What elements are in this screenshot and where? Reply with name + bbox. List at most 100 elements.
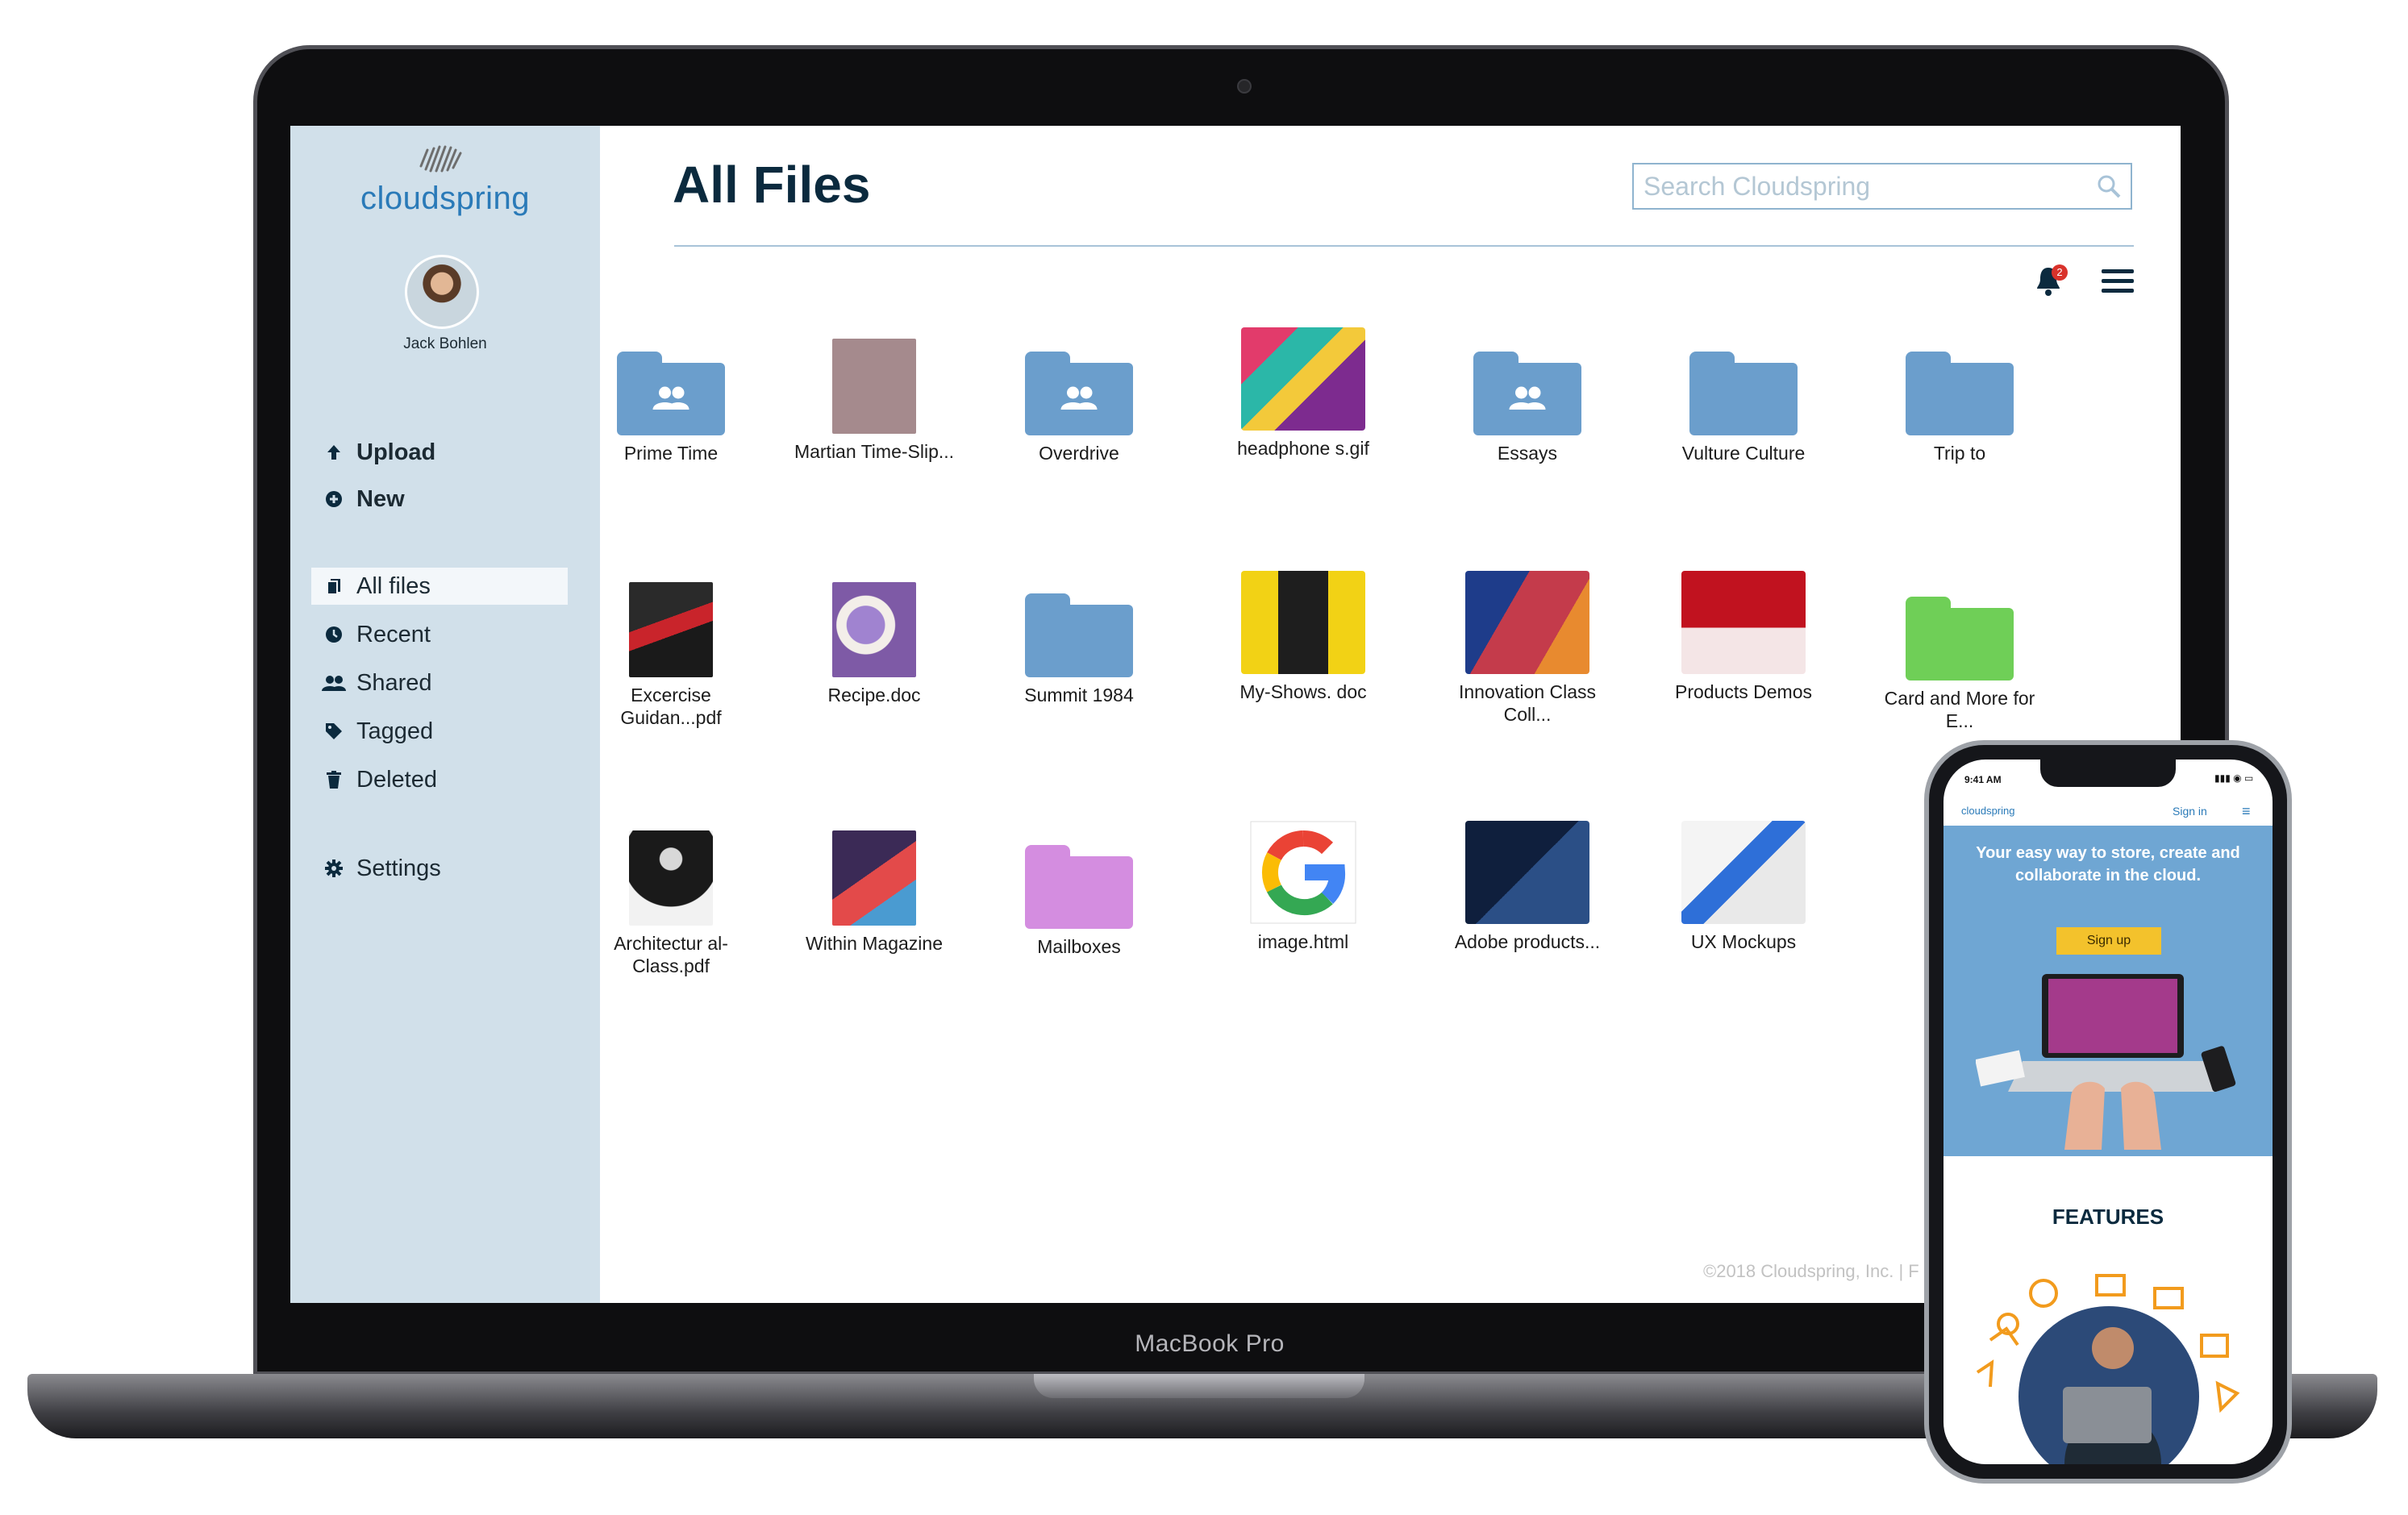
sidebar-item-shared[interactable]: Shared: [311, 664, 568, 701]
phone-screen: 9:41 AM ▮▮▮ ◉ ▭ cloudspring Sign in ≡ Yo…: [1943, 760, 2273, 1464]
sidebar-item-deleted[interactable]: Deleted: [311, 761, 568, 798]
search-icon[interactable]: [2097, 174, 2121, 198]
file-item[interactable]: Trip to: [1879, 352, 2040, 464]
file-name: My-Shows. doc: [1239, 681, 1367, 702]
folder-icon: [1906, 352, 2014, 435]
file-item[interactable]: Excercise Guidan...pdf: [590, 582, 752, 729]
file-item[interactable]: Products Demos: [1663, 571, 1824, 703]
sidebar-item-settings[interactable]: Settings: [311, 850, 568, 887]
menu-icon[interactable]: [2102, 269, 2134, 293]
sidebar-item-tagged[interactable]: Tagged: [311, 713, 568, 750]
folder-icon: [1906, 597, 2014, 681]
file-name: image.html: [1257, 931, 1349, 952]
file-item[interactable]: My-Shows. doc: [1223, 571, 1384, 703]
clock-icon: [311, 626, 356, 643]
image-thumbnail: [629, 830, 713, 926]
webcam: [1237, 79, 1252, 94]
signal-battery-icon: ▮▮▮ ◉ ▭: [2214, 772, 2254, 784]
app-window: cloudspring Jack Bohlen Upload New All f…: [290, 126, 2181, 1303]
document-thumbnail: [832, 339, 916, 434]
file-name: Trip to: [1933, 443, 1986, 464]
sidebar-item-all-files[interactable]: All files: [311, 568, 568, 605]
image-thumbnail: [1465, 571, 1589, 674]
file-item[interactable]: Architectur al-Class.pdf: [590, 830, 752, 977]
file-name: Innovation Class Coll...: [1458, 681, 1597, 725]
phone-sign-in-link[interactable]: Sign in: [2173, 805, 2207, 818]
phone-menu-icon[interactable]: ≡: [2242, 803, 2251, 820]
file-item[interactable]: Martian Time-Slip...: [794, 339, 955, 463]
arrow-up-icon: [311, 443, 356, 461]
file-item[interactable]: Recipe.doc: [794, 582, 955, 706]
laptop-notch: [1034, 1374, 1364, 1398]
folder-icon: [1025, 593, 1133, 677]
file-item[interactable]: Card and More for E...: [1879, 597, 2040, 732]
image-thumbnail: [1465, 821, 1589, 924]
sidebar-item-recent[interactable]: Recent: [311, 616, 568, 653]
file-item[interactable]: Summit 1984: [998, 593, 1160, 706]
file-name: Architectur al-Class.pdf: [614, 933, 728, 976]
file-item[interactable]: Within Magazine: [794, 830, 955, 955]
file-name: Excercise Guidan...pdf: [620, 685, 722, 728]
search-input[interactable]: [1644, 171, 2097, 202]
file-name: UX Mockups: [1690, 931, 1797, 952]
file-name: Summit 1984: [1024, 685, 1134, 705]
avatar[interactable]: [405, 255, 479, 329]
gear-icon: [311, 859, 356, 877]
phone-hero: Your easy way to store, create and colla…: [1943, 826, 2273, 1156]
files-icon: [311, 577, 356, 595]
file-item[interactable]: Adobe products...: [1447, 821, 1608, 953]
upload-label: Upload: [356, 439, 436, 465]
features-illustration-icon: [1976, 1274, 2240, 1464]
new-button[interactable]: New: [311, 481, 568, 518]
shared-folder-icon: [1025, 352, 1133, 435]
file-item[interactable]: UX Mockups: [1663, 821, 1824, 953]
sidebar-item-label: Settings: [356, 855, 441, 881]
file-name: Adobe products...: [1454, 931, 1601, 952]
plus-circle-icon: [311, 490, 356, 508]
header-divider: [674, 245, 2134, 247]
trash-icon: [311, 771, 356, 789]
phone-sign-up-button[interactable]: Sign up: [2056, 927, 2161, 955]
image-thumbnail: [1241, 327, 1365, 431]
user-name: Jack Bohlen: [403, 335, 487, 352]
file-name: Mailboxes: [1037, 936, 1121, 957]
phone-brand-logo[interactable]: cloudspring: [1961, 805, 2015, 817]
phone-hero-text: Your easy way to store, create and colla…: [1976, 844, 2240, 884]
file-name: Prime Time: [623, 443, 719, 464]
shared-folder-icon: [617, 352, 725, 435]
new-label: New: [356, 485, 405, 512]
sidebar-item-label: Deleted: [356, 766, 437, 793]
search-bar[interactable]: [1632, 163, 2132, 210]
sidebar-item-label: Recent: [356, 621, 431, 647]
folder-icon: [1025, 845, 1133, 929]
file-name: Essays: [1497, 443, 1558, 464]
folder-icon: [1689, 352, 1798, 435]
file-item[interactable]: Essays: [1447, 352, 1608, 464]
file-name: Vulture Culture: [1681, 443, 1806, 464]
file-item[interactable]: Innovation Class Coll...: [1447, 571, 1608, 726]
file-item[interactable]: Prime Time: [590, 352, 752, 464]
upload-button[interactable]: Upload: [311, 434, 568, 471]
file-item[interactable]: image.html: [1223, 821, 1384, 953]
laptop-illustration-icon: [1976, 974, 2236, 1150]
brand-logo-text[interactable]: cloudspring: [290, 181, 600, 217]
people-icon: [311, 675, 356, 691]
image-thumbnail: [1681, 821, 1806, 924]
notification-badge: 2: [2052, 264, 2068, 281]
file-item[interactable]: Vulture Culture: [1663, 352, 1824, 464]
image-thumbnail: [832, 582, 916, 677]
page-title: All Files: [673, 156, 871, 214]
file-item[interactable]: headphone s.gif: [1223, 327, 1384, 460]
image-thumbnail: [1681, 571, 1806, 674]
file-name: Recipe.doc: [827, 685, 921, 705]
file-item[interactable]: Mailboxes: [998, 845, 1160, 958]
image-thumbnail: [1241, 571, 1365, 674]
file-item[interactable]: Overdrive: [998, 352, 1160, 464]
phone-status-time: 9:41 AM: [1964, 774, 2002, 785]
sidebar: cloudspring Jack Bohlen Upload New All f…: [290, 126, 600, 1303]
file-name: headphone s.gif: [1237, 438, 1369, 459]
image-thumbnail: [629, 582, 713, 677]
file-name: Products Demos: [1674, 681, 1812, 702]
footer-copyright: ©2018 Cloudspring, Inc. | F: [1703, 1261, 1919, 1281]
file-name: Card and More for E...: [1884, 688, 2035, 731]
